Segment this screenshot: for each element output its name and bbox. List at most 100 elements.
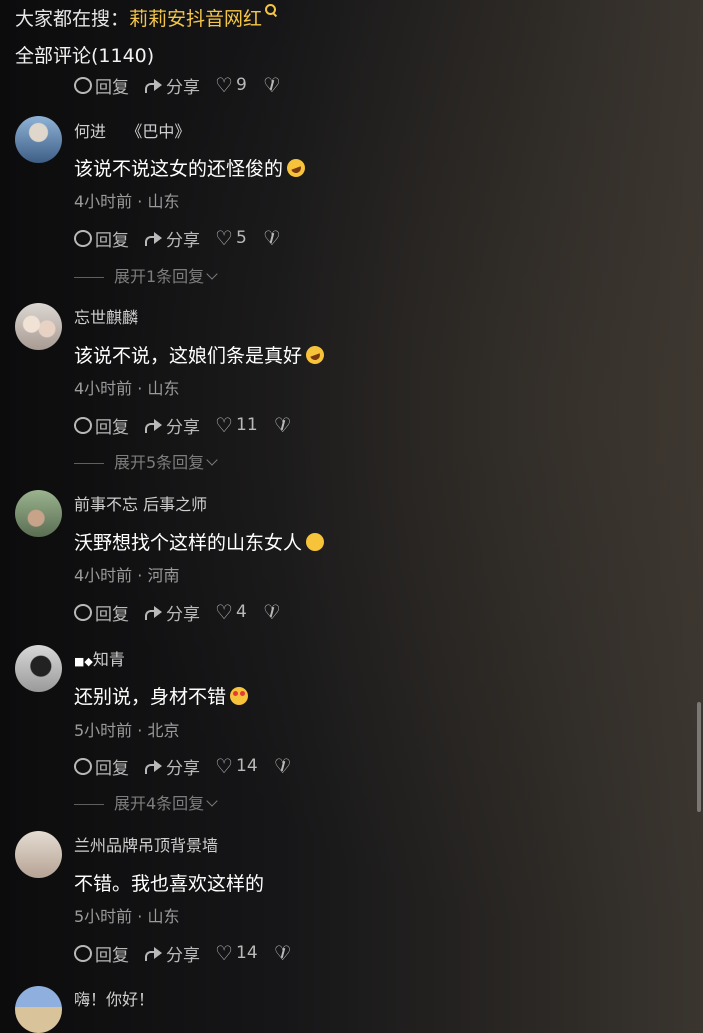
reply-button[interactable]: 回复 bbox=[74, 941, 129, 966]
share-button[interactable]: 分享 bbox=[145, 941, 200, 966]
share-icon bbox=[145, 231, 163, 246]
like-button[interactable]: 11 bbox=[215, 413, 258, 437]
reply-button[interactable]: 回复 bbox=[74, 73, 129, 98]
expand-replies-label: 展开1条回复 bbox=[114, 267, 205, 286]
heart-icon bbox=[215, 754, 233, 778]
share-icon bbox=[145, 605, 163, 620]
broken-heart-icon bbox=[274, 413, 292, 437]
like-button[interactable]: 14 bbox=[215, 754, 258, 778]
comment-actions: 回复 分享 11 bbox=[74, 413, 310, 438]
comment-text: 不错。我也喜欢这样的 bbox=[74, 873, 265, 895]
share-button[interactable]: 分享 bbox=[145, 413, 200, 438]
comment-actions: 回复 分享 14 bbox=[74, 754, 310, 779]
like-button[interactable]: 5 bbox=[215, 226, 247, 250]
comment-username[interactable]: ■◆知青 bbox=[74, 650, 125, 672]
dislike-button[interactable] bbox=[274, 413, 294, 437]
share-label: 分享 bbox=[166, 230, 200, 251]
reply-button[interactable]: 回复 bbox=[74, 600, 129, 625]
chevron-down-icon bbox=[206, 268, 218, 280]
heart-icon bbox=[215, 600, 233, 624]
broken-heart-icon bbox=[263, 226, 281, 250]
comment-username[interactable]: 何进 《巴中》 bbox=[74, 122, 190, 142]
share-label: 分享 bbox=[166, 945, 200, 966]
reply-button[interactable]: 回复 bbox=[74, 754, 129, 779]
reply-icon bbox=[74, 229, 92, 247]
comment-username[interactable]: 兰州品牌吊顶背景墙 bbox=[74, 836, 218, 856]
reply-label: 回复 bbox=[95, 945, 129, 966]
dislike-button[interactable] bbox=[263, 73, 283, 97]
avatar[interactable] bbox=[15, 490, 62, 537]
reply-button[interactable]: 回复 bbox=[74, 226, 129, 251]
comment-meta: 4小时前 · 山东 bbox=[74, 192, 180, 211]
hot-search-keyword[interactable]: 莉莉安抖音网红 bbox=[129, 8, 262, 30]
heart-icon bbox=[215, 941, 233, 965]
comment-text-content: 沃野想找个这样的山东女人 bbox=[74, 532, 303, 554]
share-label: 分享 bbox=[166, 417, 200, 438]
like-count: 14 bbox=[236, 943, 258, 963]
share-label: 分享 bbox=[166, 758, 200, 779]
avatar[interactable] bbox=[15, 986, 62, 1033]
reply-label: 回复 bbox=[95, 758, 129, 779]
comment-meta: 4小时前 · 河南 bbox=[74, 566, 180, 585]
reply-icon bbox=[74, 757, 92, 775]
comment-username[interactable]: 忘世麒麟 bbox=[74, 308, 138, 328]
reply-button[interactable]: 回复 bbox=[74, 413, 129, 438]
expand-replies-button[interactable]: 展开4条回复 bbox=[74, 794, 218, 814]
reply-label: 回复 bbox=[95, 77, 129, 98]
comment-meta: 5小时前 · 北京 bbox=[74, 721, 180, 740]
comment-actions: 回复 分享 5 bbox=[74, 226, 299, 251]
like-button[interactable]: 4 bbox=[215, 600, 247, 624]
dislike-button[interactable] bbox=[274, 754, 294, 778]
avatar[interactable] bbox=[15, 645, 62, 692]
share-icon bbox=[145, 418, 163, 433]
share-button[interactable]: 分享 bbox=[145, 754, 200, 779]
reply-label: 回复 bbox=[95, 230, 129, 251]
heart-icon bbox=[215, 226, 233, 250]
comment-text: 该说不说，这娘们条是真好 bbox=[74, 343, 327, 369]
reply-icon bbox=[74, 603, 92, 621]
share-icon bbox=[145, 78, 163, 93]
like-count: 5 bbox=[236, 228, 247, 248]
broken-heart-icon bbox=[274, 754, 292, 778]
reply-icon bbox=[74, 944, 92, 962]
broken-heart-icon bbox=[263, 73, 281, 97]
expand-replies-label: 展开5条回复 bbox=[114, 453, 205, 472]
heart-icon bbox=[215, 73, 233, 97]
comment-actions: 回复 分享 4 bbox=[74, 600, 299, 625]
comment-text: 还别说，身材不错 bbox=[74, 684, 249, 710]
dislike-button[interactable] bbox=[263, 600, 283, 624]
comment-username-text: 知青 bbox=[92, 650, 125, 669]
share-button[interactable]: 分享 bbox=[145, 73, 200, 98]
scrollbar[interactable] bbox=[697, 702, 701, 812]
comment-text-content: 该说不说这女的还怪俊的 bbox=[74, 158, 284, 180]
share-button[interactable]: 分享 bbox=[145, 226, 200, 251]
comment-text-content: 还别说，身材不错 bbox=[74, 686, 227, 708]
share-button[interactable]: 分享 bbox=[145, 600, 200, 625]
reply-icon bbox=[74, 76, 92, 94]
comment-meta: 4小时前 · 山东 bbox=[74, 379, 180, 398]
avatar[interactable] bbox=[15, 303, 62, 350]
like-count: 14 bbox=[236, 756, 258, 776]
reply-label: 回复 bbox=[95, 604, 129, 625]
comment-text-content: 该说不说，这娘们条是真好 bbox=[74, 345, 303, 367]
reply-icon bbox=[74, 416, 92, 434]
reply-label: 回复 bbox=[95, 417, 129, 438]
heart-eyes-emoji-icon bbox=[230, 687, 249, 705]
chevron-down-icon bbox=[206, 795, 218, 807]
comment-username[interactable]: 前事不忘 后事之师 bbox=[74, 495, 207, 515]
dislike-button[interactable] bbox=[263, 226, 283, 250]
comment-username[interactable]: 嗨！你好！ bbox=[74, 990, 154, 1010]
avatar[interactable] bbox=[15, 116, 62, 163]
expand-replies-button[interactable]: 展开5条回复 bbox=[74, 453, 218, 473]
like-button[interactable]: 9 bbox=[215, 73, 247, 97]
like-count: 9 bbox=[236, 75, 247, 95]
dislike-button[interactable] bbox=[274, 941, 294, 965]
avatar[interactable] bbox=[15, 831, 62, 878]
divider-line bbox=[74, 462, 104, 464]
hot-search-bar[interactable]: 大家都在搜：莉莉安抖音网红 bbox=[15, 4, 277, 32]
expand-replies-button[interactable]: 展开1条回复 bbox=[74, 267, 218, 287]
like-button[interactable]: 14 bbox=[215, 941, 258, 965]
comment-actions: 回复 分享 14 bbox=[74, 941, 310, 966]
search-icon[interactable] bbox=[265, 4, 277, 15]
broken-heart-icon bbox=[263, 600, 281, 624]
